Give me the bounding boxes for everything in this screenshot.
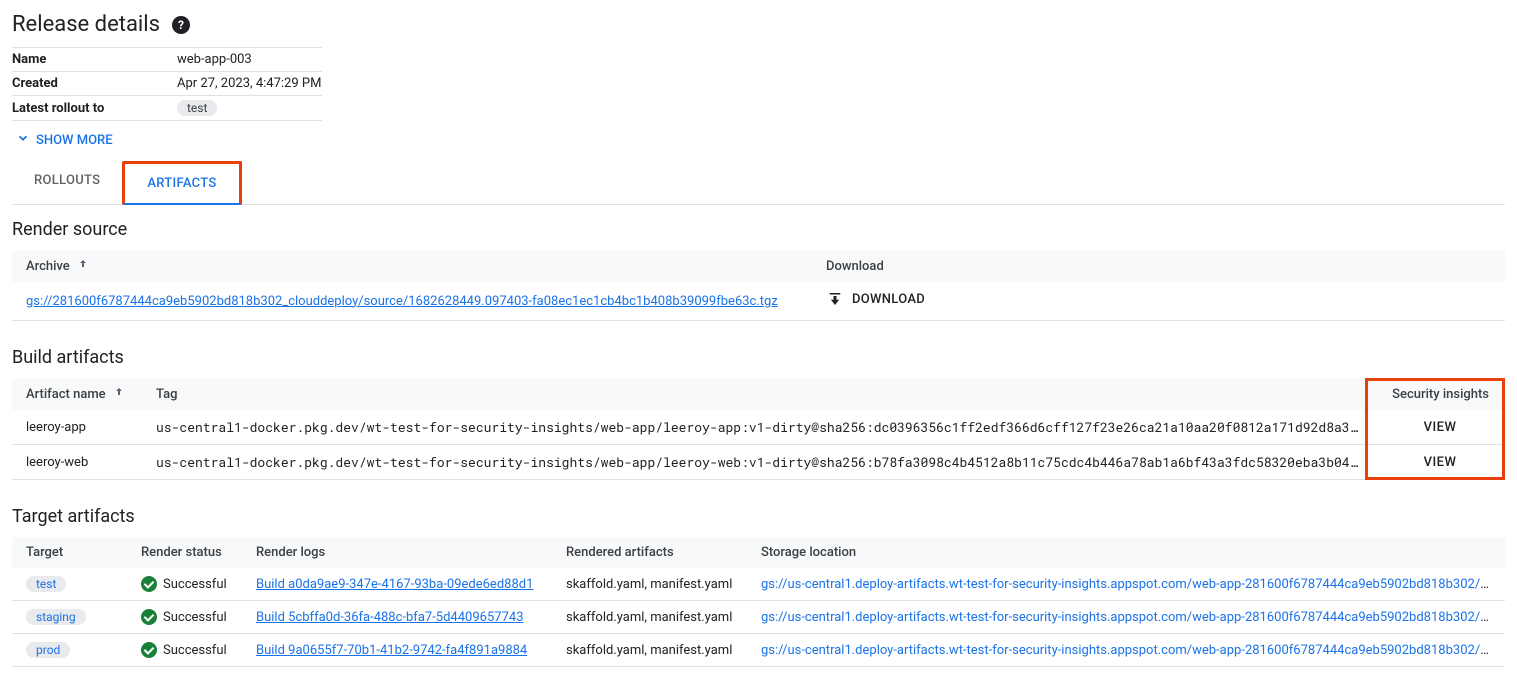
build-artifacts-table: Artifact name Tag Security insights leer… (12, 378, 1505, 480)
target-cell: test (12, 568, 127, 601)
view-security-button[interactable]: VIEW (1424, 420, 1457, 435)
th-render-status: Render status (127, 537, 242, 568)
artifact-tag-cell: us-central1-docker.pkg.dev/wt-test-for-s… (142, 410, 1375, 445)
render-logs-cell: Build 5cbffa0d-36fa-488c-bfa7-5d44096577… (242, 601, 552, 634)
target-chip-staging[interactable]: staging (26, 609, 86, 625)
th-artifact-name[interactable]: Artifact name (12, 378, 142, 410)
th-security-insights: Security insights (1375, 378, 1505, 410)
build-artifact-row: leeroy-app us-central1-docker.pkg.dev/wt… (12, 410, 1505, 445)
detail-val: test (177, 100, 322, 116)
tabs: ROLLOUTS ARTIFACTS (12, 161, 1505, 205)
sort-up-icon (113, 386, 125, 402)
target-row: test Successful Build a0da9ae9-347e-4167… (12, 568, 1505, 601)
th-archive-label: Archive (26, 259, 70, 274)
release-details-table: Name web-app-003 Created Apr 27, 2023, 4… (12, 47, 322, 121)
target-row: staging Successful Build 5cbffa0d-36fa-4… (12, 601, 1505, 634)
artifact-tag-cell: us-central1-docker.pkg.dev/wt-test-for-s… (142, 445, 1375, 480)
detail-val: Apr 27, 2023, 4:47:29 PM (177, 76, 322, 91)
security-cell: VIEW (1375, 445, 1505, 480)
build-artifact-row: leeroy-web us-central1-docker.pkg.dev/wt… (12, 445, 1505, 480)
detail-key: Name (12, 52, 177, 67)
status-text: Successful (163, 577, 227, 592)
target-row: prod Successful Build 9a0655f7-70b1-41b2… (12, 634, 1505, 667)
detail-key: Created (12, 76, 177, 91)
check-icon (141, 642, 157, 658)
target-chip-prod[interactable]: prod (26, 642, 70, 658)
status-text: Successful (163, 643, 227, 658)
th-artifact-name-label: Artifact name (26, 387, 106, 402)
detail-row-created: Created Apr 27, 2023, 4:47:29 PM (12, 72, 322, 96)
render-source-title: Render source (12, 219, 1505, 240)
download-cell: DOWNLOAD (812, 282, 1505, 321)
download-button[interactable]: DOWNLOAD (826, 290, 925, 308)
render-status-cell: Successful (127, 568, 242, 601)
page-title-text: Release details (12, 12, 160, 37)
artifact-name-cell: leeroy-web (12, 445, 142, 480)
th-rendered-artifacts: Rendered artifacts (552, 537, 747, 568)
th-storage: Storage location (747, 537, 1505, 568)
render-logs-cell: Build a0da9ae9-347e-4167-93ba-09ede6ed88… (242, 568, 552, 601)
help-icon[interactable]: ? (172, 16, 190, 34)
tab-artifacts[interactable]: ARTIFACTS (122, 161, 241, 205)
show-more-label: SHOW MORE (36, 133, 113, 148)
target-artifacts-table: Target Render status Render logs Rendere… (12, 537, 1505, 667)
build-artifacts-title: Build artifacts (12, 347, 1505, 368)
target-chip-test[interactable]: test (26, 576, 66, 592)
tab-rollouts[interactable]: ROLLOUTS (12, 161, 122, 204)
th-download: Download (812, 250, 1505, 282)
target-artifacts-title: Target artifacts (12, 506, 1505, 527)
th-render-logs: Render logs (242, 537, 552, 568)
storage-link[interactable]: gs://us-central1.deploy-artifacts.wt-tes… (761, 577, 1505, 592)
rendered-artifacts-cell: skaffold.yaml, manifest.yaml (552, 634, 747, 667)
download-label: DOWNLOAD (852, 292, 925, 307)
check-icon (141, 609, 157, 625)
chevron-down-icon (16, 131, 30, 149)
th-tag: Tag (142, 378, 1375, 410)
download-icon (826, 290, 844, 308)
th-archive[interactable]: Archive (12, 250, 812, 282)
build-artifacts-wrap: Artifact name Tag Security insights leer… (12, 378, 1505, 480)
detail-key: Latest rollout to (12, 101, 177, 116)
render-status-cell: Successful (127, 601, 242, 634)
target-cell: prod (12, 634, 127, 667)
storage-cell: gs://us-central1.deploy-artifacts.wt-tes… (747, 568, 1505, 601)
detail-row-latest-rollout: Latest rollout to test (12, 96, 322, 121)
render-source-row: gs://281600f6787444ca9eb5902bd818b302_cl… (12, 282, 1505, 321)
rollout-target-chip[interactable]: test (177, 100, 217, 116)
detail-val: web-app-003 (177, 52, 322, 67)
status-text: Successful (163, 610, 227, 625)
build-log-link[interactable]: Build a0da9ae9-347e-4167-93ba-09ede6ed88… (256, 577, 533, 592)
storage-cell: gs://us-central1.deploy-artifacts.wt-tes… (747, 601, 1505, 634)
rendered-artifacts-cell: skaffold.yaml, manifest.yaml (552, 568, 747, 601)
storage-link[interactable]: gs://us-central1.deploy-artifacts.wt-tes… (761, 610, 1505, 625)
rendered-artifacts-cell: skaffold.yaml, manifest.yaml (552, 601, 747, 634)
detail-row-name: Name web-app-003 (12, 48, 322, 72)
artifact-name-cell: leeroy-app (12, 410, 142, 445)
check-icon (141, 576, 157, 592)
storage-cell: gs://us-central1.deploy-artifacts.wt-tes… (747, 634, 1505, 667)
render-status-cell: Successful (127, 634, 242, 667)
page-title: Release details ? (12, 12, 1505, 37)
storage-link[interactable]: gs://us-central1.deploy-artifacts.wt-tes… (761, 643, 1505, 658)
build-log-link[interactable]: Build 5cbffa0d-36fa-488c-bfa7-5d44096577… (256, 610, 524, 625)
target-cell: staging (12, 601, 127, 634)
archive-link[interactable]: gs://281600f6787444ca9eb5902bd818b302_cl… (26, 294, 778, 309)
show-more-button[interactable]: SHOW MORE (12, 121, 1505, 161)
sort-up-icon (77, 258, 89, 274)
render-logs-cell: Build 9a0655f7-70b1-41b2-9742-fa4f891a98… (242, 634, 552, 667)
view-security-button[interactable]: VIEW (1424, 455, 1457, 470)
th-target: Target (12, 537, 127, 568)
security-cell: VIEW (1375, 410, 1505, 445)
render-source-table: Archive Download gs://281600f6787444ca9e… (12, 250, 1505, 321)
build-log-link[interactable]: Build 9a0655f7-70b1-41b2-9742-fa4f891a98… (256, 643, 527, 658)
archive-cell: gs://281600f6787444ca9eb5902bd818b302_cl… (12, 282, 812, 321)
